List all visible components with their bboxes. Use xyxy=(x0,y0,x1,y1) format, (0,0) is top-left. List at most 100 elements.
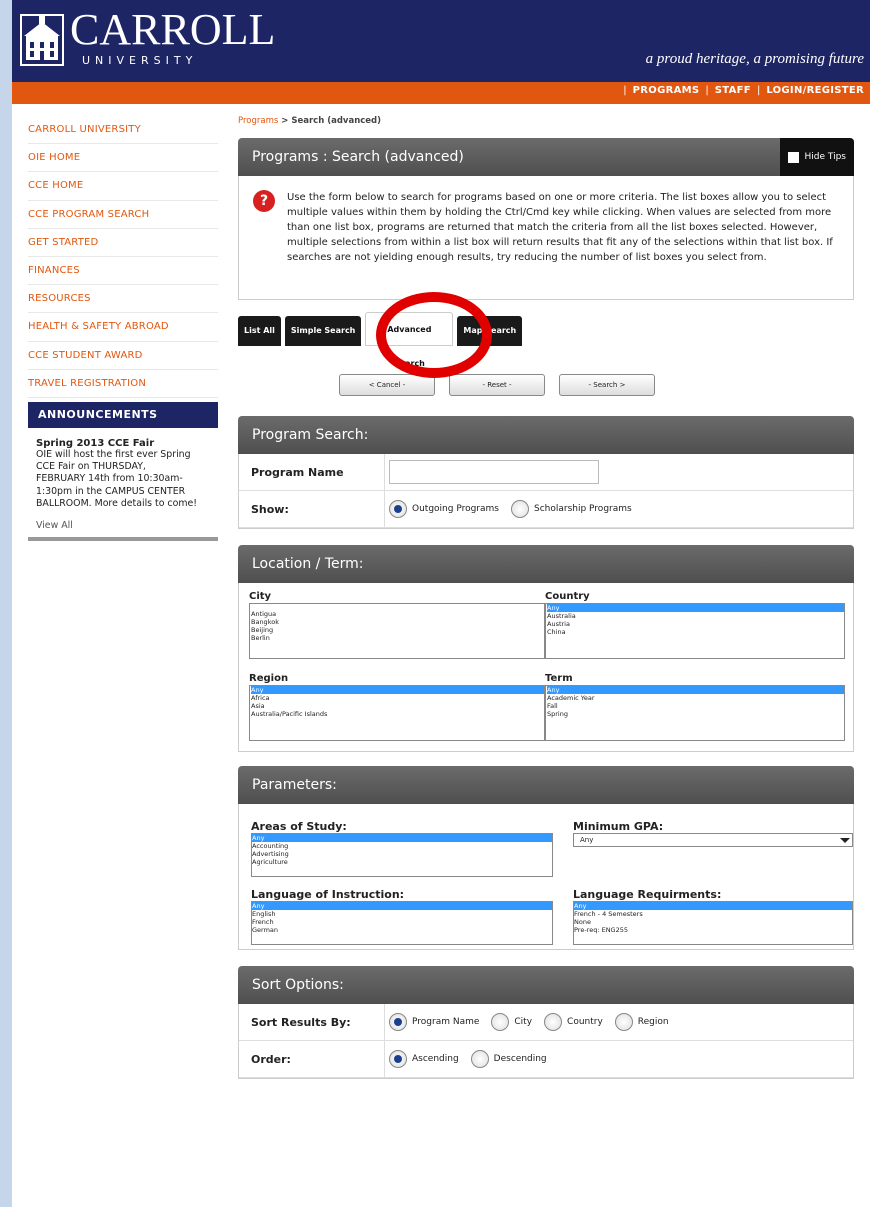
tips-box: ? Use the form below to search for progr… xyxy=(238,176,854,300)
country-listbox[interactable]: Any Australia Austria China xyxy=(545,603,845,659)
areas-of-study-label: Areas of Study: xyxy=(251,820,347,833)
radio-selected-icon[interactable] xyxy=(389,1050,407,1068)
list-item[interactable]: Accounting xyxy=(252,842,552,850)
parameters-heading: Parameters: xyxy=(238,766,854,804)
list-item-selected[interactable]: Any xyxy=(547,686,844,694)
term-listbox[interactable]: Any Academic Year Fall Spring xyxy=(545,685,845,741)
show-label: Show: xyxy=(239,491,385,527)
radio-icon[interactable] xyxy=(470,1050,489,1068)
country-label: Country xyxy=(545,591,590,602)
list-item[interactable]: Spring xyxy=(547,710,844,718)
help-question-icon: ? xyxy=(253,190,275,212)
list-item-selected[interactable]: Any xyxy=(252,902,552,910)
checkbox-icon[interactable] xyxy=(788,151,800,163)
sidebar-item-finances[interactable]: FINANCES xyxy=(28,257,218,286)
nav-login-register[interactable]: LOGIN/REGISTER xyxy=(766,85,864,96)
carroll-logo[interactable]: CARROLL UNIVERSITY xyxy=(20,5,275,76)
main-content: Programs > Search (advanced) Programs : … xyxy=(238,116,854,1079)
view-all-link[interactable]: View All xyxy=(28,520,218,542)
form-buttons: < Cancel - - Reset - - Search > xyxy=(238,374,854,396)
site-header: CARROLL UNIVERSITY a proud heritage, a p… xyxy=(12,0,870,82)
tagline: a proud heritage, a promising future xyxy=(645,51,864,67)
region-label: Region xyxy=(249,673,289,684)
radio-order-ascending[interactable]: Ascending xyxy=(389,1050,459,1068)
list-item[interactable]: Agriculture xyxy=(252,858,552,866)
radio-sort-country[interactable]: Country xyxy=(544,1013,603,1031)
minimum-gpa-label: Minimum GPA: xyxy=(573,820,664,833)
list-item[interactable]: English xyxy=(252,910,552,918)
list-item[interactable]: China xyxy=(547,628,844,636)
radio-sort-region[interactable]: Region xyxy=(614,1013,669,1031)
highlight-circle-annotation xyxy=(376,292,492,378)
tab-list-all[interactable]: List All xyxy=(238,316,281,346)
list-item[interactable]: Africa xyxy=(251,694,544,702)
sidebar-item-travel-registration[interactable]: TRAVEL REGISTRATION xyxy=(28,370,218,398)
list-item[interactable]: Australia xyxy=(547,612,844,620)
reset-button[interactable]: - Reset - xyxy=(449,374,545,396)
hide-tips-label: Hide Tips xyxy=(804,152,846,162)
breadcrumb-programs-link[interactable]: Programs xyxy=(238,116,278,126)
nav-programs[interactable]: PROGRAMS xyxy=(633,85,700,96)
areas-of-study-listbox[interactable]: Any Accounting Advertising Agriculture xyxy=(251,833,553,877)
list-item[interactable]: Austria xyxy=(547,620,844,628)
list-item[interactable]: Asia xyxy=(251,702,544,710)
list-item[interactable]: Beijing xyxy=(251,626,544,634)
sidebar: CARROLL UNIVERSITY OIE HOME CCE HOME CCE… xyxy=(28,116,218,542)
radio-sort-city[interactable]: City xyxy=(491,1013,532,1031)
sidebar-item-cce-home[interactable]: CCE HOME xyxy=(28,172,218,201)
campus-building-icon xyxy=(20,14,64,66)
list-item-selected[interactable]: Any xyxy=(251,686,544,694)
location-term-heading: Location / Term: xyxy=(238,545,854,583)
list-item[interactable]: Academic Year xyxy=(547,694,844,702)
radio-icon[interactable] xyxy=(510,500,529,518)
radio-icon[interactable] xyxy=(491,1013,510,1031)
page-title-bar: Programs : Search (advanced) Hide Tips xyxy=(238,138,854,176)
sidebar-item-carroll-university[interactable]: CARROLL UNIVERSITY xyxy=(28,116,218,145)
radio-scholarship-programs[interactable]: Scholarship Programs xyxy=(510,500,632,518)
minimum-gpa-dropdown[interactable]: Any xyxy=(573,833,853,847)
list-item[interactable]: German xyxy=(252,926,552,934)
language-of-instruction-listbox[interactable]: Any English French German xyxy=(251,901,553,945)
sidebar-item-health-safety[interactable]: HEALTH & SAFETY ABROAD xyxy=(28,313,218,342)
city-listbox[interactable]: Antigua Bangkok Beijing Berlin xyxy=(249,603,545,659)
radio-sort-program-name[interactable]: Program Name xyxy=(389,1013,479,1031)
list-item[interactable]: French xyxy=(252,918,552,926)
hide-tips-toggle[interactable]: Hide Tips xyxy=(780,138,854,176)
nav-staff[interactable]: STAFF xyxy=(715,85,751,96)
list-item[interactable]: Antigua xyxy=(251,610,544,618)
language-of-instruction-label: Language of Instruction: xyxy=(251,888,405,901)
sidebar-item-cce-program-search[interactable]: CCE PROGRAM SEARCH xyxy=(28,201,218,229)
radio-selected-icon[interactable] xyxy=(389,500,407,518)
list-item-selected[interactable]: Any xyxy=(547,604,844,612)
list-item[interactable]: None xyxy=(574,918,852,926)
list-item[interactable]: Fall xyxy=(547,702,844,710)
list-item-selected[interactable]: Any xyxy=(574,902,852,910)
tab-simple-search[interactable]: Simple Search xyxy=(284,316,362,346)
sidebar-item-get-started[interactable]: GET STARTED xyxy=(28,229,218,257)
list-item[interactable]: Bangkok xyxy=(251,618,544,626)
logo-subtitle: UNIVERSITY xyxy=(82,54,198,67)
sidebar-item-cce-student-award[interactable]: CCE STUDENT AWARD xyxy=(28,342,218,370)
search-button[interactable]: - Search > xyxy=(559,374,655,396)
radio-order-descending[interactable]: Descending xyxy=(470,1050,547,1068)
program-name-input[interactable] xyxy=(389,460,599,484)
list-item[interactable]: Berlin xyxy=(251,634,544,642)
sidebar-item-resources[interactable]: RESOURCES xyxy=(28,285,218,314)
list-item[interactable]: Pre-req: ENG255 xyxy=(574,926,852,934)
language-requirements-listbox[interactable]: Any French - 4 Semesters None Pre-req: E… xyxy=(573,901,853,945)
list-item[interactable]: Australia/Pacific Islands xyxy=(251,710,544,718)
program-search-panel: Program Search: Program Name Show: Outgo… xyxy=(238,416,854,529)
list-item-selected[interactable]: Any xyxy=(252,834,552,842)
sidebar-item-oie-home[interactable]: OIE HOME xyxy=(28,144,218,173)
announcement-text: OIE will host the first ever Spring CCE … xyxy=(36,448,197,510)
cancel-button[interactable]: < Cancel - xyxy=(339,374,435,396)
radio-icon[interactable] xyxy=(544,1013,563,1031)
region-listbox[interactable]: Any Africa Asia Australia/Pacific Island… xyxy=(249,685,545,741)
radio-icon[interactable] xyxy=(614,1013,633,1031)
radio-selected-icon[interactable] xyxy=(389,1013,407,1031)
announcements-heading: ANNOUNCEMENTS xyxy=(28,401,218,428)
radio-outgoing-programs[interactable]: Outgoing Programs xyxy=(389,500,499,518)
breadcrumb-current: Search (advanced) xyxy=(291,116,382,126)
list-item[interactable]: Advertising xyxy=(252,850,552,858)
list-item[interactable]: French - 4 Semesters xyxy=(574,910,852,918)
